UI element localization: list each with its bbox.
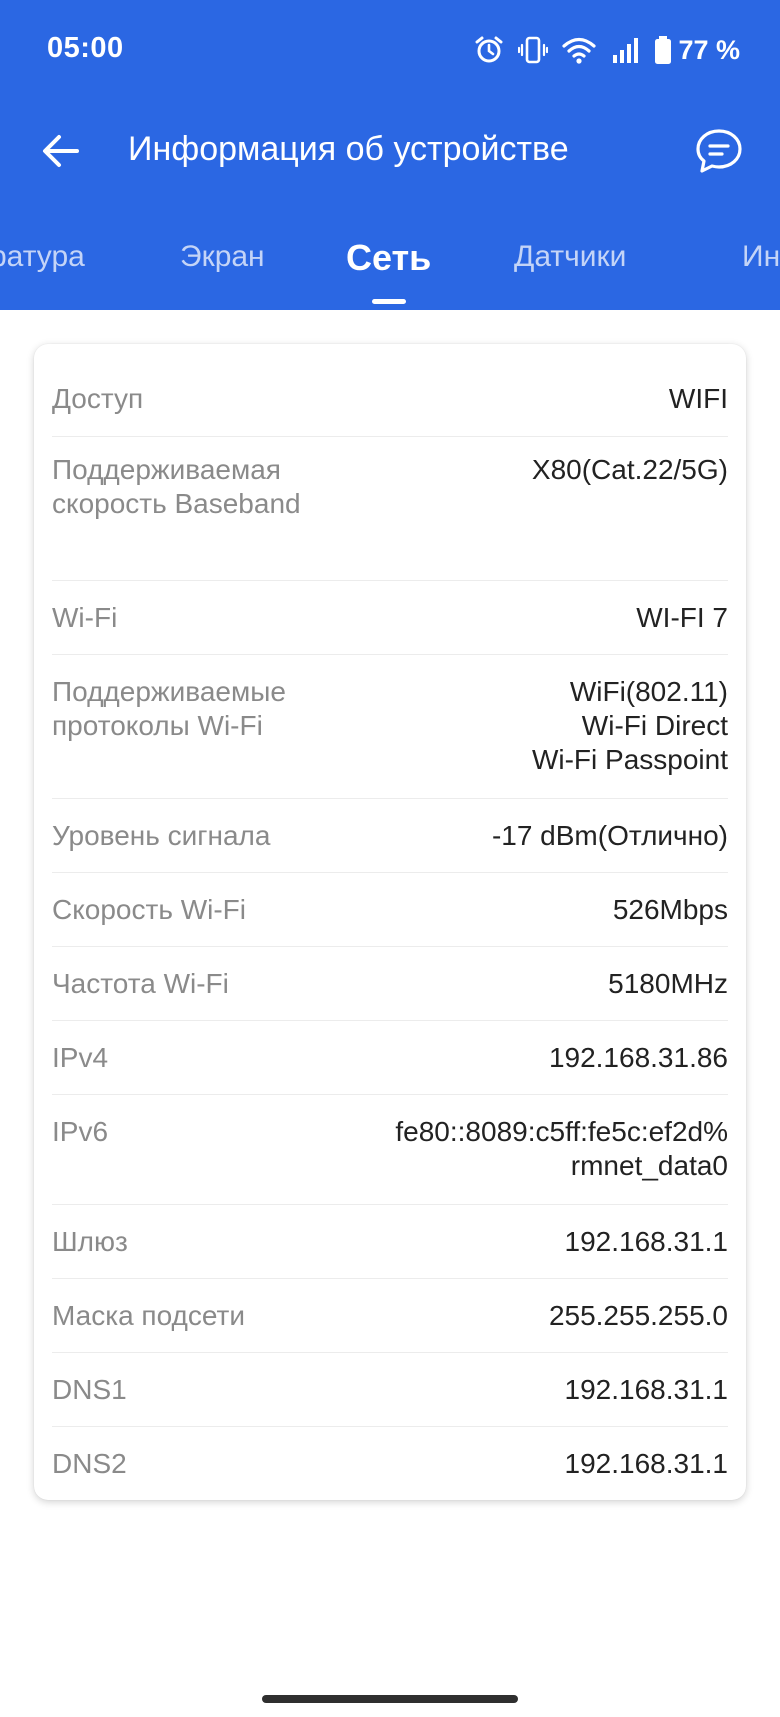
home-indicator[interactable]	[262, 1695, 518, 1703]
status-bar: 05:00 77 %	[0, 0, 780, 100]
list-item: Уровень сигнала -17 dBm(Отлично)	[52, 798, 728, 873]
list-item: DNS2 192.168.31.1	[52, 1426, 728, 1501]
list-item: Доступ WIFI	[52, 344, 728, 436]
row-value: fe80::8089:c5ff:fe5c:ef2d% rmnet_data0	[395, 1116, 728, 1181]
row-value: 5180MHz	[608, 968, 728, 999]
signal-icon	[613, 38, 639, 63]
row-value: WIFI	[668, 383, 728, 414]
row-value: 192.168.31.1	[564, 1226, 729, 1257]
row-value: X80(Cat.22/5G)	[531, 454, 728, 485]
list-item: Маска подсети 255.255.255.0	[52, 1278, 728, 1353]
status-icons: 77 %	[460, 34, 740, 66]
list-item: IPv6 fe80::8089:c5ff:fe5c:ef2d% rmnet_da…	[52, 1094, 728, 1205]
app-bar: 05:00 77 % Информация об устройстве атур…	[0, 0, 780, 310]
back-button[interactable]	[36, 126, 86, 176]
row-value: WI-FI 7	[636, 602, 728, 633]
row-value: 192.168.31.1	[564, 1448, 729, 1479]
row-value: 255.255.255.0	[548, 1300, 728, 1331]
feedback-button[interactable]	[690, 122, 748, 180]
chat-feedback-icon	[696, 129, 742, 173]
tab-bar: ратура Экран Сеть Датчики Ин	[0, 232, 780, 304]
row-value: 192.168.31.1	[564, 1374, 729, 1405]
vibrate-icon	[518, 36, 549, 64]
row-value: 526Mbps	[612, 894, 728, 925]
list-item: Поддерживаемая скорость Baseband X80(Cat…	[52, 436, 728, 581]
back-arrow-icon	[43, 135, 79, 167]
list-item: IPv4 192.168.31.86	[52, 1020, 728, 1095]
wifi-icon	[562, 37, 597, 64]
row-value: -17 dBm(Отлично)	[491, 820, 728, 851]
list-item: Поддерживаемые протоколы Wi-Fi WiFi(802.…	[52, 654, 728, 799]
row-value: WiFi(802.11) Wi-Fi Direct Wi-Fi Passpoin…	[531, 676, 728, 775]
tab-network[interactable]: Сеть	[346, 237, 431, 279]
battery-icon	[655, 36, 672, 64]
alarm-icon	[475, 36, 503, 63]
list-item: Скорость Wi-Fi 526Mbps	[52, 872, 728, 947]
list-item: Шлюз 192.168.31.1	[52, 1204, 728, 1279]
page-title: Информация об устройстве	[128, 130, 569, 168]
tab-info[interactable]: Ин	[742, 240, 780, 274]
list-item: Wi-Fi WI-FI 7	[52, 580, 728, 655]
toolbar: Информация об устройстве	[0, 110, 780, 190]
network-info-card: Доступ WIFI Поддерживаемая скорость Base…	[34, 344, 746, 1500]
tab-sensors[interactable]: Датчики	[514, 240, 626, 274]
tab-temperature[interactable]: ратура	[0, 240, 85, 274]
battery-percent: 77 %	[678, 34, 740, 65]
tab-screen[interactable]: Экран	[180, 240, 265, 274]
list-item: DNS1 192.168.31.1	[52, 1352, 728, 1427]
status-time: 05:00	[47, 32, 124, 64]
list-item: Частота Wi-Fi 5180MHz	[52, 946, 728, 1021]
active-tab-indicator	[372, 299, 406, 304]
row-value: 192.168.31.86	[548, 1042, 728, 1073]
